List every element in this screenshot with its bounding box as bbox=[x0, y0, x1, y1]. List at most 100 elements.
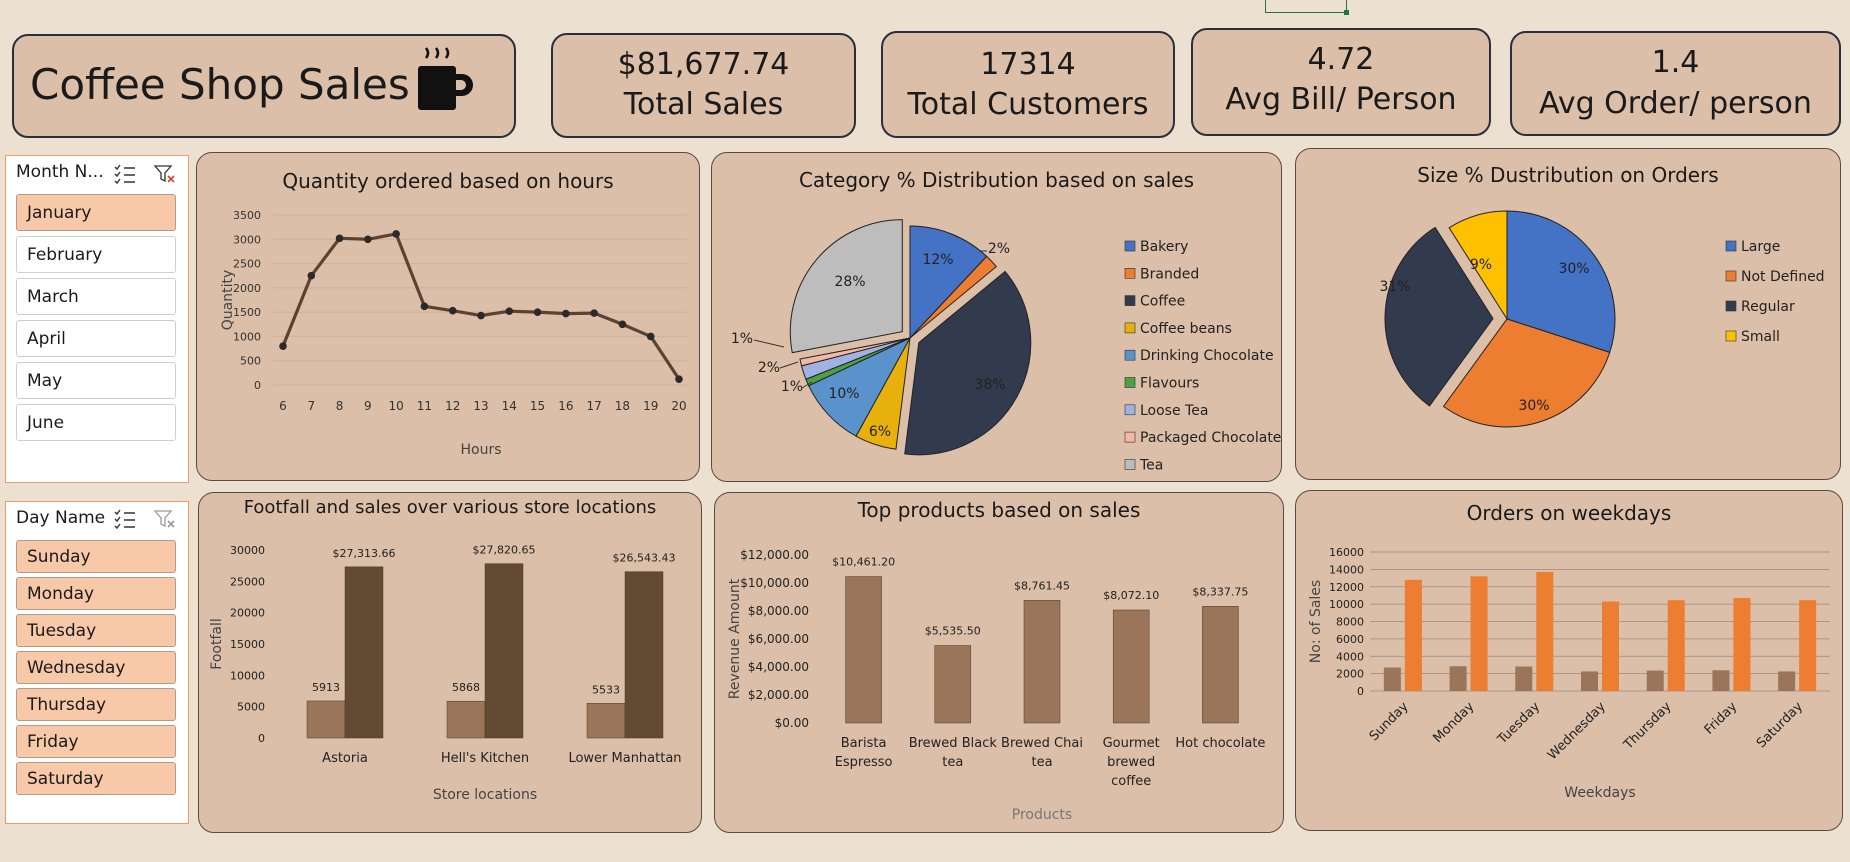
x-tick-label: Tuesday bbox=[1494, 699, 1543, 748]
x-tick-label: Brewed Black bbox=[909, 736, 998, 751]
data-label: 38% bbox=[974, 377, 1005, 393]
x-axis-label: Weekdays bbox=[1564, 785, 1635, 801]
bar bbox=[624, 571, 664, 739]
legend-swatch bbox=[1124, 240, 1136, 252]
legend-label: Small bbox=[1741, 329, 1780, 345]
y-tick-label: 20000 bbox=[230, 607, 265, 620]
y-tick-label: 4000 bbox=[1336, 650, 1364, 663]
data-label: $8,337.75 bbox=[1192, 585, 1248, 598]
data-label: 2% bbox=[758, 360, 780, 376]
products-chart-panel[interactable]: Top products based on sales $0.00 $2,000.… bbox=[714, 492, 1284, 833]
dashboard-title: Coffee Shop Sales bbox=[30, 60, 410, 109]
data-label: 28% bbox=[834, 274, 865, 290]
y-tick-label: 10000 bbox=[230, 669, 265, 682]
data-point bbox=[279, 342, 287, 350]
legend-label: Packaged Chocolate bbox=[1140, 430, 1281, 446]
stores-chart-panel[interactable]: Footfall and sales over various store lo… bbox=[198, 492, 702, 833]
x-tick-label: Hot chocolate bbox=[1175, 736, 1265, 751]
bar bbox=[446, 700, 486, 739]
bar bbox=[1799, 600, 1817, 691]
month-slicer[interactable]: Month N... January February March April … bbox=[5, 155, 189, 483]
slicer-item-january[interactable]: January bbox=[16, 194, 176, 231]
slicer-item-june[interactable]: June bbox=[16, 404, 176, 441]
legend-swatch bbox=[1124, 349, 1136, 361]
day-slicer[interactable]: Day Name Sunday Monday Tuesday Wednesday… bbox=[5, 501, 189, 824]
data-label: 1% bbox=[731, 331, 753, 347]
bar bbox=[845, 576, 882, 724]
hours-line-chart: 0 500 1000 1500 2000 2500 3000 3500 6 7 8 9 10 11 12 13… bbox=[220, 209, 687, 458]
data-label: $27,313.66 bbox=[333, 547, 396, 560]
x-tick-label: 12 bbox=[445, 399, 460, 413]
slicer-item-monday[interactable]: Monday bbox=[16, 577, 176, 610]
y-tick-label: 5000 bbox=[237, 701, 265, 714]
kpi-label: Total Sales bbox=[623, 87, 784, 122]
multi-select-icon[interactable] bbox=[113, 508, 137, 530]
slicer-item-april[interactable]: April bbox=[16, 320, 176, 357]
y-tick-label: $0.00 bbox=[775, 716, 809, 730]
clear-filter-icon[interactable] bbox=[153, 163, 177, 185]
bar bbox=[1733, 598, 1751, 691]
y-tick-label: 8000 bbox=[1336, 616, 1364, 629]
slicer-item-march[interactable]: March bbox=[16, 278, 176, 315]
products-bar-chart: $0.00 $2,000.00 $4,000.00 $6,000.00 $8,000.0… bbox=[727, 548, 1265, 823]
y-tick-label: 500 bbox=[240, 355, 261, 368]
size-chart-panel[interactable]: Size % Dustribution on Orders 30% 30% 31% 9… bbox=[1295, 148, 1841, 480]
legend-swatch bbox=[1124, 377, 1136, 388]
x-tick-label: Lower Manhattan bbox=[568, 751, 681, 766]
weekdays-chart-panel[interactable]: Orders on weekdays 0 2000 4000 6000 8000 1000… bbox=[1295, 490, 1843, 831]
category-pie-chart: 12%2%38%6%10%1%2%1%28%BakeryBrandedCoffe… bbox=[731, 219, 1281, 473]
data-point bbox=[646, 332, 655, 341]
legend-swatch bbox=[1725, 330, 1737, 342]
weekdays-bar-chart: 0 2000 4000 6000 8000 10000 12000 14000 16000 Sun… bbox=[1308, 546, 1830, 801]
bar bbox=[1515, 666, 1533, 691]
slicer-item-friday[interactable]: Friday bbox=[16, 725, 176, 758]
bar bbox=[1581, 671, 1598, 691]
y-tick-label: 16000 bbox=[1329, 546, 1364, 559]
slicer-item-wednesday[interactable]: Wednesday bbox=[16, 651, 176, 684]
x-tick-label: 10 bbox=[389, 399, 404, 413]
legend-swatch bbox=[1725, 300, 1737, 312]
kpi-value: $81,677.74 bbox=[617, 47, 790, 82]
data-label: 6% bbox=[869, 424, 891, 440]
bar bbox=[344, 566, 384, 739]
data-label: $10,461.20 bbox=[832, 556, 895, 569]
multi-select-icon[interactable] bbox=[113, 163, 137, 185]
bar bbox=[484, 563, 524, 739]
data-label: $8,072.10 bbox=[1103, 589, 1159, 602]
slicer-item-tuesday[interactable]: Tuesday bbox=[16, 614, 176, 647]
slicer-item-thursday[interactable]: Thursday bbox=[16, 688, 176, 721]
size-pie-chart: 30% 30% 31% 9% Large Not Defined Regular Small bbox=[1379, 210, 1825, 428]
x-tick-label: Hell's Kitchen bbox=[441, 751, 529, 766]
y-tick-label: 3000 bbox=[233, 233, 261, 246]
bar bbox=[934, 645, 972, 724]
slicer-item-saturday[interactable]: Saturday bbox=[16, 762, 176, 795]
bar bbox=[1449, 666, 1467, 691]
slicer-item-february[interactable]: February bbox=[16, 236, 176, 273]
legend-label: Coffee beans bbox=[1140, 321, 1232, 337]
x-tick-label: 7 bbox=[307, 399, 315, 413]
legend-swatch bbox=[1124, 459, 1136, 470]
category-chart-panel[interactable]: Category % Distribution based on sales 1… bbox=[711, 152, 1282, 482]
bar bbox=[1023, 600, 1061, 724]
data-label: 5533 bbox=[592, 683, 620, 696]
x-tick-label: Brewed Chai bbox=[1001, 736, 1083, 751]
bar bbox=[1470, 576, 1488, 691]
x-tick-label: coffee bbox=[1111, 774, 1151, 789]
x-tick-label: 9 bbox=[364, 399, 372, 413]
y-tick-label: 0 bbox=[254, 379, 261, 392]
bar bbox=[586, 703, 626, 739]
slicer-item-sunday[interactable]: Sunday bbox=[16, 540, 176, 573]
data-label: 31% bbox=[1379, 279, 1410, 295]
y-tick-label: 15000 bbox=[230, 638, 265, 651]
clear-filter-icon[interactable] bbox=[153, 508, 177, 530]
hours-chart-panel[interactable]: Quantity ordered based on hours 0 500 1000… bbox=[196, 152, 700, 481]
data-label: 9% bbox=[1470, 257, 1492, 273]
y-tick-label: $4,000.00 bbox=[748, 660, 809, 674]
y-tick-label: $12,000.00 bbox=[740, 548, 809, 562]
slicer-item-may[interactable]: May bbox=[16, 362, 176, 399]
data-point bbox=[420, 302, 429, 311]
data-point bbox=[364, 235, 372, 244]
selected-cell[interactable] bbox=[1265, 0, 1349, 15]
x-tick-label: 14 bbox=[502, 399, 517, 413]
data-label: $8,761.45 bbox=[1014, 579, 1070, 592]
